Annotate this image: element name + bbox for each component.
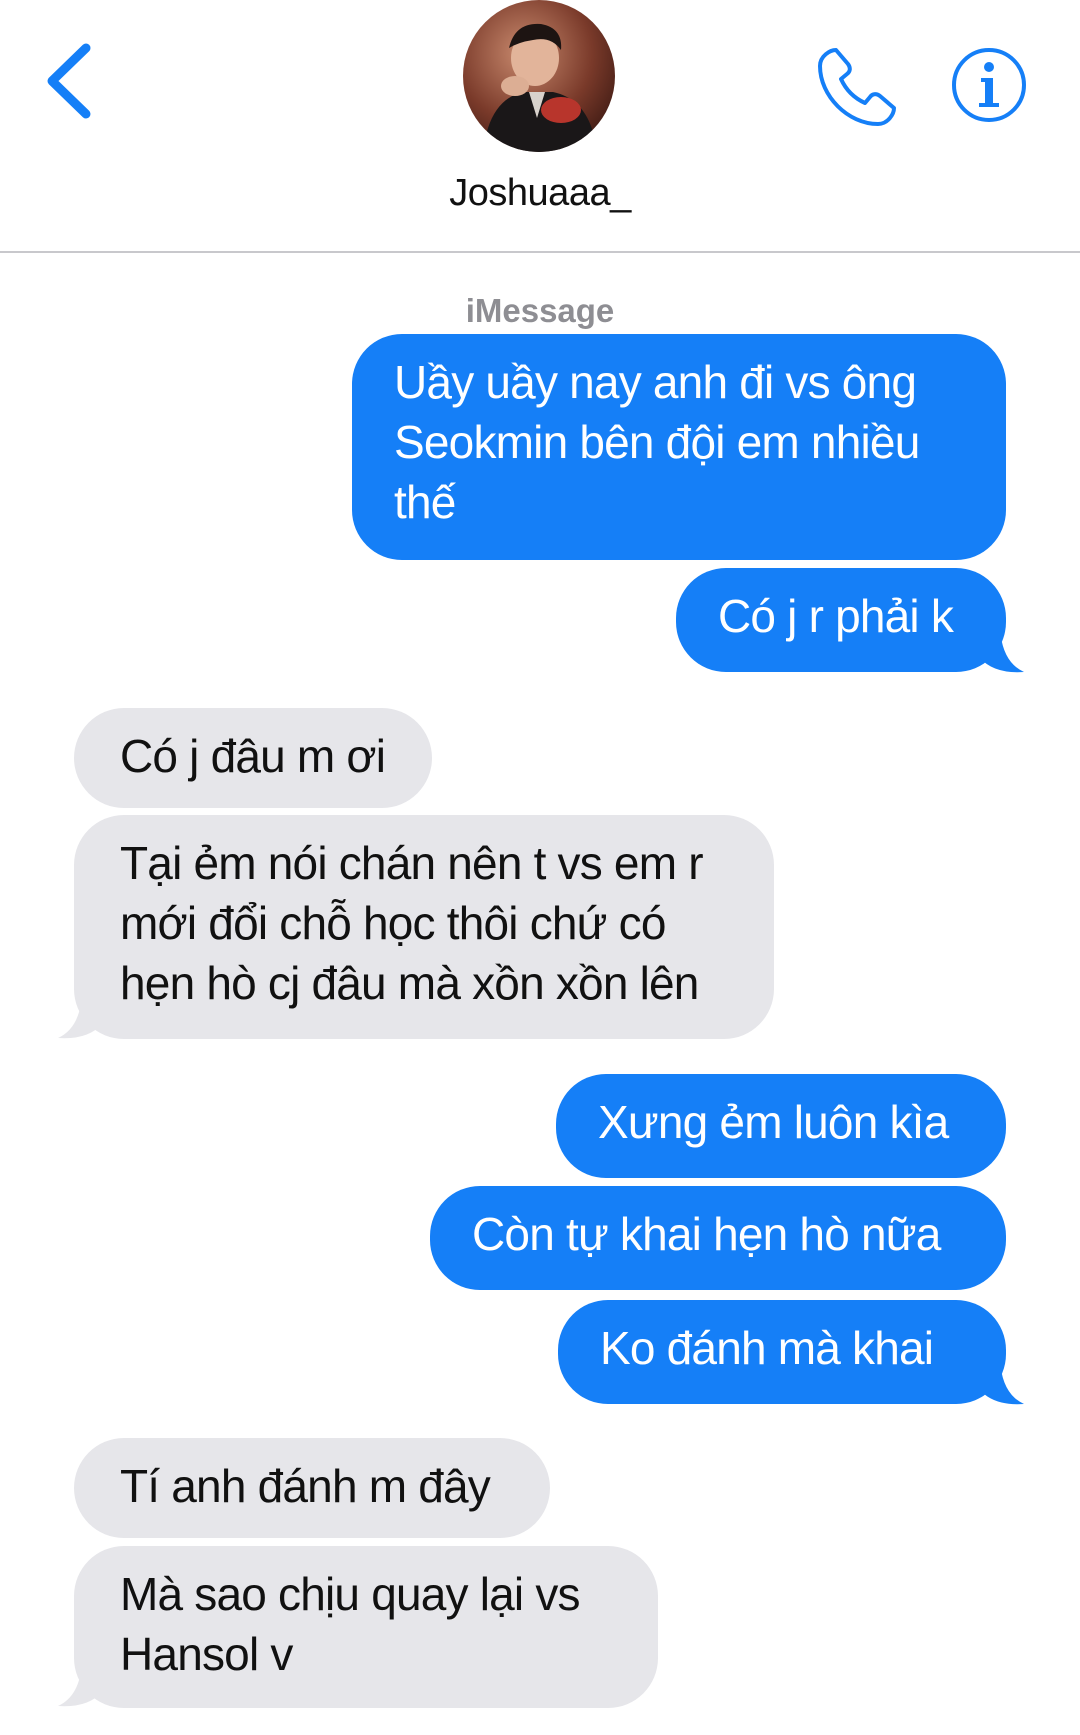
message-text-line: Có j r phải k <box>718 590 954 642</box>
message-text-line: Ko đánh mà khai <box>600 1322 934 1374</box>
call-button[interactable] <box>812 42 902 132</box>
received-message[interactable]: Tại ẻm nói chán nên t vs em r mới đổi ch… <box>74 815 774 1039</box>
service-label: iMessage <box>465 292 615 329</box>
message-text-line: Uầy uầy nay anh đi vs ông <box>394 356 917 408</box>
bubble-tail <box>58 1662 102 1707</box>
message-text-line: Tại ẻm nói chán nên t vs em r <box>120 837 704 889</box>
bubble-tail <box>58 994 102 1039</box>
message-text-line: Xưng ẻm luôn kìa <box>598 1096 949 1148</box>
message-text-line: Mà sao chịu quay lại vs <box>120 1568 581 1620</box>
conversation-header: Joshuaaa_ <box>0 0 1080 253</box>
back-button[interactable] <box>36 36 106 126</box>
message-text-line: Có j đâu m ơi <box>120 730 386 782</box>
sent-message[interactable]: Ko đánh mà khai <box>558 1300 1006 1404</box>
message-text-line: Còn tự khai hẹn hò nữa <box>472 1208 941 1260</box>
message-text-line: hẹn hò cj đâu mà xồn xồn lên <box>120 957 699 1009</box>
sent-message[interactable]: Uầy uầy nay anh đi vs ông Seokmin bên độ… <box>352 334 1006 560</box>
phone-icon <box>818 48 896 126</box>
received-message[interactable]: Mà sao chịu quay lại vs Hansol v <box>74 1546 658 1708</box>
message-text-line: thế <box>394 476 456 528</box>
sent-message[interactable]: Còn tự khai hẹn hò nữa <box>430 1186 1006 1290</box>
avatar-photo <box>463 0 615 152</box>
received-message[interactable]: Tí anh đánh m đây <box>74 1438 550 1538</box>
bubble-tail <box>980 628 1024 673</box>
message-text-line: mới đổi chỗ học thôi chứ có <box>120 897 666 949</box>
message-text-line: Tí anh đánh m đây <box>120 1460 491 1512</box>
info-icon <box>952 48 1026 122</box>
info-button[interactable] <box>949 45 1029 125</box>
sent-message[interactable]: Xưng ẻm luôn kìa <box>556 1074 1006 1178</box>
message-text-line: Hansol v <box>120 1628 293 1680</box>
chevron-left-icon <box>47 43 91 119</box>
received-message[interactable]: Có j đâu m ơi <box>74 708 432 808</box>
contact-name[interactable]: Joshuaaa_ <box>0 172 1080 215</box>
contact-avatar[interactable] <box>463 0 615 152</box>
bubble-tail <box>980 1360 1024 1405</box>
sent-message[interactable]: Có j r phải k <box>676 568 1006 672</box>
message-text-line: Seokmin bên đội em nhiều <box>394 416 920 468</box>
